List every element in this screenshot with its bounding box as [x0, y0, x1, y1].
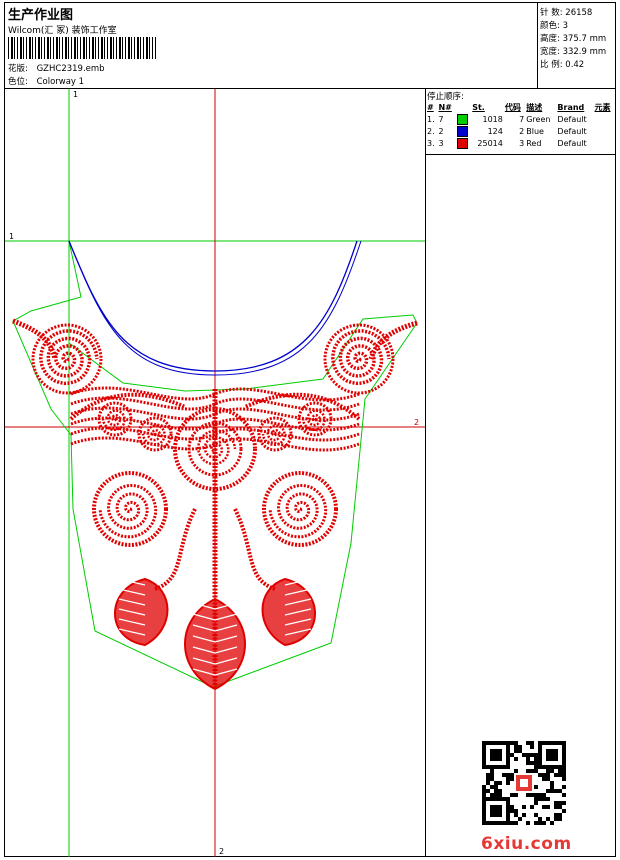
col-n: N#: [438, 102, 452, 112]
stop-sequence-panel: 停止顺序: # N# St. 代码 描述 Brand 元素 1. 7 1018 …: [426, 89, 615, 857]
scale-value: 0.42: [565, 60, 585, 70]
qr-code: [482, 741, 566, 825]
colorway-info: 色位: Colorway 1: [8, 75, 84, 87]
page-title: 生产作业图: [8, 8, 74, 23]
color-row: 3. 3 25014 3 Red Default: [426, 137, 615, 149]
row-code: 3: [519, 138, 525, 148]
width-row: 宽度: 332.9 mm: [540, 45, 606, 57]
width-label: 宽度:: [540, 47, 560, 57]
production-sheet: 生产作业图 Wilcom(汇 冢) 装饰工作室 花版: GZHC2319.emb…: [4, 2, 616, 857]
col-swatch: [456, 101, 471, 113]
company-name: Wilcom(汇 冢) 装饰工作室: [8, 26, 117, 36]
colors-row: 颜色: 3: [540, 19, 568, 31]
row-n: 2: [438, 126, 444, 136]
row-desc: Red: [526, 138, 542, 148]
design-info: 花版: GZHC2319.emb: [8, 62, 105, 74]
stats-panel: 针 数: 26158 颜色: 3 高度: 375.7 mm 宽度: 332.9 …: [538, 3, 615, 89]
colors-label: 颜色:: [540, 21, 560, 31]
colors-value: 3: [562, 21, 568, 31]
crosshair-label-right: 2: [414, 418, 419, 427]
colorway-label: 色位:: [8, 77, 28, 87]
row-desc: Blue: [526, 126, 544, 136]
color-table: # N# St. 代码 描述 Brand 元素 1. 7 1018 7 Gree…: [426, 101, 615, 149]
col-element: 元素: [594, 102, 611, 112]
width-value: 332.9 mm: [562, 47, 607, 57]
design-canvas: 1 1 2 2: [5, 89, 426, 857]
header-panel: 生产作业图 Wilcom(汇 冢) 装饰工作室 花版: GZHC2319.emb…: [5, 3, 538, 89]
panel-divider: [426, 154, 615, 155]
row-num: 1.: [427, 114, 435, 124]
row-num: 3.: [427, 138, 435, 148]
crosshair-label-left: 1: [9, 232, 14, 241]
embroidery-preview: 1 1 2 2: [5, 89, 425, 857]
stitches-row: 针 数: 26158: [540, 6, 592, 18]
design-label: 花版:: [8, 64, 28, 74]
row-n: 3: [438, 138, 444, 148]
row-st: 25014: [477, 138, 503, 148]
color-row: 2. 2 124 2 Blue Default: [426, 125, 615, 137]
scale-row: 比 例: 0.42: [540, 58, 584, 70]
color-table-header: # N# St. 代码 描述 Brand 元素: [426, 101, 615, 113]
neckline-blue: [68, 240, 358, 372]
height-row: 高度: 375.7 mm: [540, 32, 606, 44]
scale-label: 比 例:: [540, 60, 563, 70]
row-brand: Default: [557, 114, 587, 124]
row-code: 2: [519, 126, 525, 136]
barcode: [8, 37, 156, 59]
row-brand: Default: [557, 138, 587, 148]
col-brand: Brand: [557, 102, 585, 112]
stitches-value: 26158: [565, 8, 593, 18]
row-st: 1018: [482, 114, 503, 124]
col-code: 代码: [504, 102, 521, 112]
row-desc: Green: [526, 114, 551, 124]
col-hash: #: [427, 102, 434, 112]
watermark-logo: 6xiu.com: [481, 834, 572, 854]
height-value: 375.7 mm: [562, 34, 607, 44]
color-row: 1. 7 1018 7 Green Default: [426, 113, 615, 125]
colorway-value: Colorway 1: [36, 77, 85, 87]
row-num: 2.: [427, 126, 435, 136]
row-brand: Default: [557, 126, 587, 136]
crosshair-label-bottom: 2: [219, 847, 224, 856]
height-label: 高度:: [540, 34, 560, 44]
row-code: 7: [519, 114, 525, 124]
color-swatch-green: [456, 113, 468, 125]
col-desc: 描述: [526, 102, 543, 112]
color-swatch-blue: [456, 125, 468, 137]
row-st: 124: [487, 126, 503, 136]
color-swatch-red: [456, 137, 468, 149]
crosshair-label-top: 1: [73, 90, 78, 99]
row-n: 7: [438, 114, 444, 124]
col-st: St.: [472, 102, 485, 112]
design-value: GZHC2319.emb: [36, 64, 105, 74]
stitches-label: 针 数:: [540, 8, 563, 18]
